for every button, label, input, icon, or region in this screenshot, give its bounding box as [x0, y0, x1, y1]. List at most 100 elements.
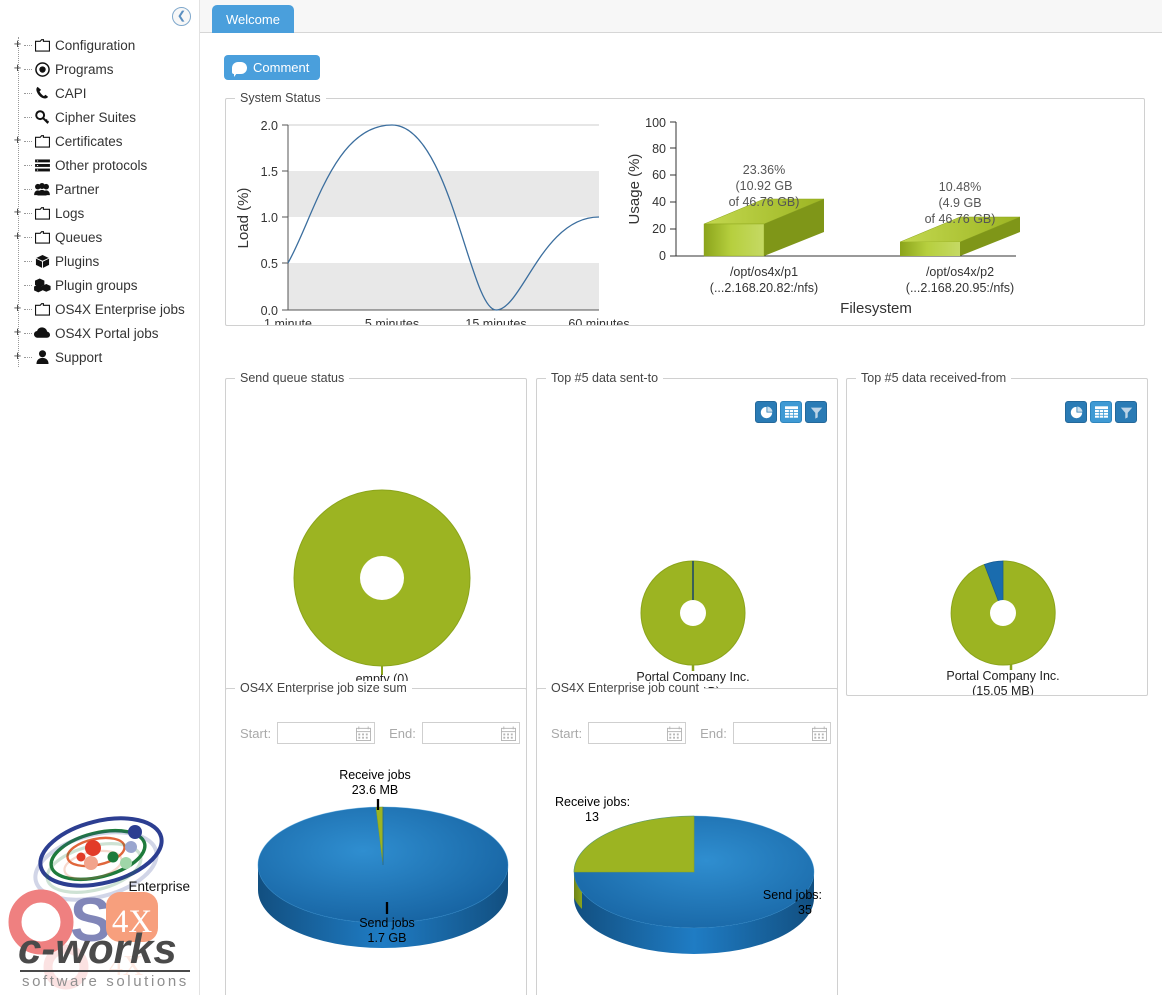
svg-text:Send jobs:: Send jobs:: [763, 888, 822, 902]
svg-text:5 minutes: 5 minutes: [365, 317, 419, 325]
svg-text:1.5: 1.5: [261, 165, 278, 179]
send-queue-donut-chart: empty (0): [226, 379, 526, 695]
sidebar-item-configuration[interactable]: + Configuration: [0, 33, 199, 57]
folder-icon: [33, 205, 51, 221]
folder-icon: [33, 301, 51, 317]
tree-connector: [24, 261, 32, 262]
load-line-chart: 2.0 1.5 1.0 0.5 0.0 1 minute 5 minutes 1…: [235, 119, 630, 325]
svg-text:0.0: 0.0: [261, 304, 278, 318]
expand-icon[interactable]: +: [12, 304, 23, 315]
svg-text:Receive jobs: Receive jobs: [339, 768, 411, 782]
sidebar-item-label: OS4X Portal jobs: [55, 326, 159, 341]
tree-connector: [24, 357, 32, 358]
sidebar-item-label: Logs: [55, 206, 84, 221]
sidebar-item-label: Plugin groups: [55, 278, 138, 293]
svg-text:1 minute: 1 minute: [264, 317, 312, 325]
svg-text:of 46.76 GB): of 46.76 GB): [729, 195, 800, 209]
sidebar-item-partner[interactable]: Partner: [0, 177, 199, 201]
sidebar-item-capi[interactable]: CAPI: [0, 81, 199, 105]
comment-button[interactable]: Comment: [224, 55, 320, 80]
os4x-cworks-logo-icon: Enterprise S 4X 4X c-works software solu…: [8, 795, 198, 990]
svg-text:60 minutes: 60 minutes: [568, 317, 629, 325]
tree-leaf-connector: [12, 280, 23, 291]
folder-icon: [33, 37, 51, 53]
tree-leaf-connector: [12, 88, 23, 99]
filesystem-bar-chart: 0 20 40 60 80 100 Usage (%): [626, 116, 1020, 317]
folder-icon: [33, 133, 51, 149]
expand-icon[interactable]: +: [12, 328, 23, 339]
svg-text:23.6 MB: 23.6 MB: [352, 783, 399, 797]
svg-text:15 minutes: 15 minutes: [465, 317, 526, 325]
tree-connector: [24, 285, 32, 286]
server-stack-icon: [33, 157, 51, 173]
tree-connector: [24, 213, 32, 214]
sidebar-item-label: OS4X Enterprise jobs: [55, 302, 185, 317]
svg-text:2.0: 2.0: [261, 119, 278, 133]
expand-icon[interactable]: +: [12, 208, 23, 219]
svg-text:of 46.76 GB): of 46.76 GB): [925, 212, 996, 226]
svg-text:Load (%): Load (%): [235, 188, 252, 249]
sidebar-item-queues[interactable]: + Queues: [0, 225, 199, 249]
expand-icon[interactable]: +: [12, 352, 23, 363]
tree-connector: [24, 189, 32, 190]
sidebar-item-label: Plugins: [55, 254, 99, 269]
panel-top5-received-from: Top #5 data received-from Portal Company…: [846, 378, 1148, 696]
tree-leaf-connector: [12, 112, 23, 123]
sidebar-item-certificates[interactable]: +Certificates: [0, 129, 199, 153]
svg-text:1.7 GB: 1.7 GB: [368, 931, 407, 945]
tree-connector: [24, 69, 32, 70]
expand-icon[interactable]: +: [12, 136, 23, 147]
svg-text:80: 80: [652, 142, 666, 156]
sidebar-item-label: Configuration: [55, 38, 135, 53]
sidebar-item-label: Cipher Suites: [55, 110, 136, 125]
expand-icon[interactable]: +: [12, 64, 23, 75]
svg-text:(10.92 GB: (10.92 GB: [736, 179, 793, 193]
sidebar-item-plugins[interactable]: Plugins: [0, 249, 199, 273]
svg-text:Portal Company Inc.: Portal Company Inc.: [946, 669, 1059, 683]
sidebar-item-label: Support: [55, 350, 102, 365]
sidebar-item-logs[interactable]: + Logs: [0, 201, 199, 225]
panel-job-count: OS4X Enterprise job count Start: End:: [536, 688, 838, 995]
job-count-pie3d-chart: Receive jobs: 13 Send jobs: 35: [537, 689, 837, 995]
speech-bubble-icon: [232, 62, 247, 74]
sidebar-item-plugin-groups[interactable]: Plugin groups: [0, 273, 199, 297]
brand-logo: Enterprise S 4X 4X c-works software solu…: [8, 795, 198, 990]
svg-text:100: 100: [645, 116, 666, 130]
expand-icon[interactable]: +: [12, 232, 23, 243]
svg-text:23.36%: 23.36%: [743, 163, 785, 177]
tab-welcome[interactable]: Welcome: [212, 5, 294, 33]
users-icon: [33, 181, 51, 197]
sidebar-item-support[interactable]: + Support: [0, 345, 199, 369]
sidebar-item-label: Other protocols: [55, 158, 147, 173]
sidebar-item-label: Programs: [55, 62, 114, 77]
panel-job-size-sum: OS4X Enterprise job size sum Start: End:: [225, 688, 527, 995]
sent-to-donut-chart: Portal Company Inc. (1.52 GB): [537, 379, 837, 695]
tree-leaf-connector: [12, 256, 23, 267]
tree-leaf-connector: [12, 160, 23, 171]
tab-welcome-label: Welcome: [226, 12, 280, 27]
sidebar-item-os4x-portal-jobs[interactable]: + OS4X Portal jobs: [0, 321, 199, 345]
sidebar-item-cipher-suites[interactable]: Cipher Suites: [0, 105, 199, 129]
tree-connector: [24, 309, 32, 310]
tree-connector: [24, 93, 32, 94]
top-bar-left-spacer: [0, 0, 200, 33]
chevron-left-circle-icon[interactable]: ❮: [172, 7, 191, 26]
svg-text:20: 20: [652, 222, 666, 236]
phone-icon: [33, 85, 51, 101]
system-status-charts: 2.0 1.5 1.0 0.5 0.0 1 minute 5 minutes 1…: [226, 99, 1144, 325]
svg-text:1.0: 1.0: [261, 211, 278, 225]
cubes-icon: [33, 277, 51, 293]
tree-connector: [24, 165, 32, 166]
sidebar-item-os4x-enterprise-jobs[interactable]: + OS4X Enterprise jobs: [0, 297, 199, 321]
tree-connector: [24, 141, 32, 142]
svg-text:40: 40: [652, 195, 666, 209]
svg-text:software solutions: software solutions: [22, 973, 189, 990]
svg-text:0: 0: [659, 249, 666, 263]
panel-top5-sent-to: Top #5 data sent-to Portal Company Inc. …: [536, 378, 838, 696]
sidebar-item-label: Queues: [55, 230, 102, 245]
svg-text:0.5: 0.5: [261, 257, 278, 271]
svg-text:Enterprise: Enterprise: [128, 879, 190, 894]
sidebar-item-other-protocols[interactable]: Other protocols: [0, 153, 199, 177]
sidebar-item-programs[interactable]: + Programs: [0, 57, 199, 81]
expand-icon[interactable]: +: [12, 40, 23, 51]
